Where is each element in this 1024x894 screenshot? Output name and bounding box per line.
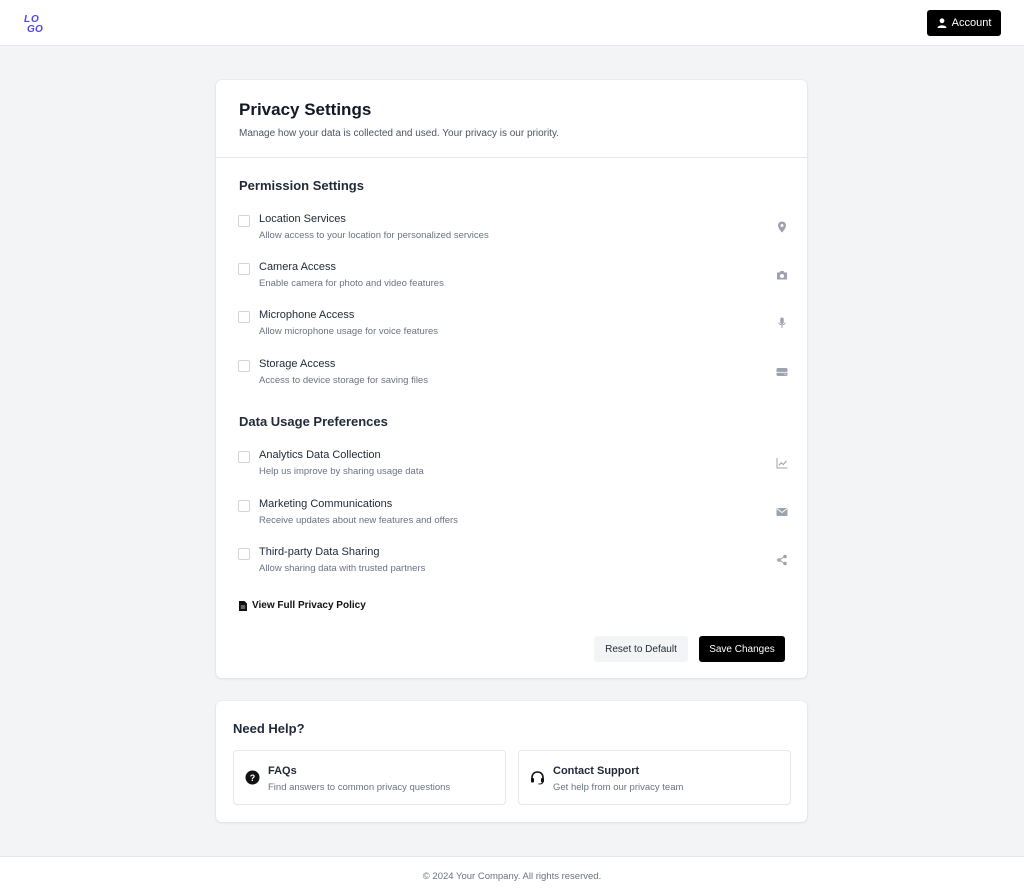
user-icon xyxy=(937,18,947,28)
option-label: Analytics Data Collection xyxy=(259,449,381,461)
card-header: Privacy Settings Manage how your data is… xyxy=(216,80,807,158)
microphone-icon xyxy=(778,317,786,328)
option-third-party-sharing[interactable]: Third-party Data Sharing Allow sharing d… xyxy=(238,546,788,586)
option-marketing-communications[interactable]: Marketing Communications Receive updates… xyxy=(238,498,788,538)
option-description: Access to device storage for saving file… xyxy=(259,375,428,386)
svg-text:O: O xyxy=(35,24,43,33)
help-card: Need Help? ? FAQs Find answers to common… xyxy=(216,701,807,822)
copyright-text: © 2024 Your Company. All rights reserved… xyxy=(422,871,602,882)
option-label: Third-party Data Sharing xyxy=(259,546,380,558)
data-usage-heading: Data Usage Preferences xyxy=(239,414,388,429)
location-checkbox[interactable] xyxy=(238,215,250,227)
option-description: Allow sharing data with trusted partners xyxy=(259,563,426,574)
contact-support-card[interactable]: Contact Support Get help from our privac… xyxy=(518,750,791,805)
option-camera-access[interactable]: Camera Access Enable camera for photo an… xyxy=(238,261,788,301)
microphone-checkbox[interactable] xyxy=(238,311,250,323)
option-description: Help us improve by sharing usage data xyxy=(259,466,424,477)
option-microphone-access[interactable]: Microphone Access Allow microphone usage… xyxy=(238,309,788,349)
faq-description: Find answers to common privacy questions xyxy=(268,782,451,793)
logo-icon[interactable]: L O G O xyxy=(24,13,46,33)
option-description: Allow access to your location for person… xyxy=(259,230,489,241)
footer: © 2024 Your Company. All rights reserved… xyxy=(0,856,1024,894)
privacy-settings-card: Privacy Settings Manage how your data is… xyxy=(216,80,807,678)
map-pin-icon xyxy=(778,221,786,233)
permission-settings-heading: Permission Settings xyxy=(239,178,364,193)
option-analytics-data[interactable]: Analytics Data Collection Help us improv… xyxy=(238,449,788,489)
option-label: Location Services xyxy=(259,213,346,225)
third-party-checkbox[interactable] xyxy=(238,548,250,560)
privacy-policy-link[interactable]: View Full Privacy Policy xyxy=(239,600,366,611)
hard-drive-icon xyxy=(776,368,788,376)
storage-checkbox[interactable] xyxy=(238,360,250,372)
option-description: Receive updates about new features and o… xyxy=(259,515,458,526)
option-description: Allow microphone usage for voice feature… xyxy=(259,326,439,337)
question-circle-icon: ? xyxy=(245,770,260,785)
option-location-services[interactable]: Location Services Allow access to your l… xyxy=(238,213,788,253)
document-icon xyxy=(239,600,247,611)
share-icon xyxy=(777,554,787,566)
svg-text:?: ? xyxy=(250,773,256,783)
envelope-icon xyxy=(776,508,788,516)
analytics-checkbox[interactable] xyxy=(238,451,250,463)
option-label: Marketing Communications xyxy=(259,498,393,510)
option-label: Microphone Access xyxy=(259,309,355,321)
page-subtitle: Manage how your data is collected and us… xyxy=(239,128,559,139)
support-title: Contact Support xyxy=(553,765,640,777)
svg-text:G: G xyxy=(27,24,35,33)
option-label: Camera Access xyxy=(259,261,337,273)
top-navbar: L O G O Account xyxy=(0,0,1024,46)
support-description: Get help from our privacy team xyxy=(553,782,684,793)
chart-line-icon xyxy=(776,458,788,469)
faq-card[interactable]: ? FAQs Find answers to common privacy qu… xyxy=(233,750,506,805)
option-storage-access[interactable]: Storage Access Access to device storage … xyxy=(238,358,788,398)
camera-checkbox[interactable] xyxy=(238,263,250,275)
help-heading: Need Help? xyxy=(233,721,305,736)
marketing-checkbox[interactable] xyxy=(238,500,250,512)
option-description: Enable camera for photo and video featur… xyxy=(259,278,444,289)
reset-to-default-button[interactable]: Reset to Default xyxy=(594,636,688,662)
page-title: Privacy Settings xyxy=(239,100,372,119)
faq-title: FAQs xyxy=(268,765,297,777)
privacy-policy-label: View Full Privacy Policy xyxy=(252,600,366,611)
option-label: Storage Access xyxy=(259,358,336,370)
camera-icon xyxy=(777,271,787,280)
account-label: Account xyxy=(951,17,992,29)
account-button[interactable]: Account xyxy=(927,10,1001,36)
save-changes-button[interactable]: Save Changes xyxy=(699,636,785,662)
headset-icon xyxy=(531,771,544,785)
